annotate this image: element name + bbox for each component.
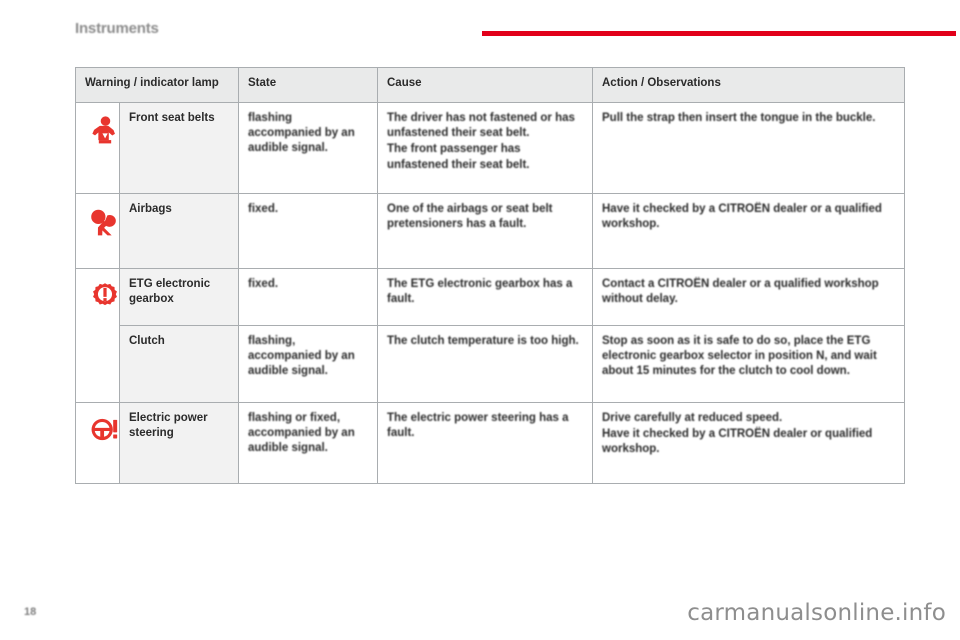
lamp-action: Have it checked by a CITROËN dealer or a… — [592, 193, 905, 269]
warning-lamp-table-wrapper: Warning / indicator lamp State Cause Act… — [75, 67, 905, 484]
header-accent-rule — [482, 31, 956, 36]
cause-line: The ETG electronic gearbox has a fault. — [387, 278, 573, 306]
lamp-name: ETG electronic gearbox — [119, 268, 239, 326]
column-header-state: State — [238, 67, 378, 103]
cause-line: The electric power steering has a fault. — [387, 412, 569, 440]
lamp-action: Stop as soon as it is safe to do so, pla… — [592, 325, 905, 403]
table-row: Airbags fixed. One of the airbags or sea… — [75, 193, 905, 269]
lamp-cause: The clutch temperature is too high. — [377, 325, 593, 403]
table-header: Warning / indicator lamp State Cause Act… — [75, 67, 905, 103]
warning-lamp-table: Warning / indicator lamp State Cause Act… — [75, 67, 905, 484]
column-header-cause: Cause — [377, 67, 593, 103]
column-header-action: Action / Observations — [592, 67, 905, 103]
page-header: Instruments — [0, 0, 960, 46]
lamp-icon-cell — [75, 193, 120, 269]
cause-line: The driver has not fastened or has unfas… — [387, 112, 575, 140]
lamp-icon-cell — [75, 268, 120, 403]
lamp-action: Drive carefully at reduced speed. Have i… — [592, 402, 905, 484]
lamp-name: Front seat belts — [119, 102, 239, 194]
lamp-name: Clutch — [119, 325, 239, 403]
table-row: ETG electronic gearbox fixed. The ETG el… — [75, 268, 905, 403]
lamp-action: Pull the strap then insert the tongue in… — [592, 102, 905, 194]
lamp-cause: The ETG electronic gearbox has a fault. — [377, 268, 593, 326]
lamp-state: fixed. — [238, 193, 378, 269]
lamp-cause: The driver has not fastened or has unfas… — [377, 102, 593, 194]
lamp-icon-cell — [75, 102, 120, 194]
cause-line: The clutch temperature is too high. — [387, 335, 579, 347]
action-line: Contact a CITROËN dealer or a qualified … — [602, 278, 879, 306]
page-number: 18 — [24, 606, 37, 618]
page-title: Instruments — [75, 20, 159, 37]
lamp-state: flashing accompanied by an audible signa… — [238, 102, 378, 194]
lamp-state: fixed. — [238, 268, 378, 326]
lamp-state: flashing or fixed, accompanied by an aud… — [238, 402, 378, 484]
action-line: Drive carefully at reduced speed. — [602, 412, 783, 424]
cause-line: One of the airbags or seat belt pretensi… — [387, 203, 553, 231]
table-row: Clutch flashing, accompanied by an audib… — [76, 325, 905, 403]
column-header-lamp: Warning / indicator lamp — [75, 67, 239, 103]
table-row: Front seat belts flashing accompanied by… — [75, 102, 905, 194]
table-body: Front seat belts flashing accompanied by… — [75, 102, 905, 484]
site-watermark: carmanualsonline.info — [687, 600, 946, 626]
lamp-icon-cell — [75, 402, 120, 484]
action-line: Stop as soon as it is safe to do so, pla… — [602, 335, 877, 378]
lamp-cause: The electric power steering has a fault. — [377, 402, 593, 484]
action-line: Have it checked by a CITROËN dealer or a… — [602, 203, 882, 231]
lamp-action: Contact a CITROËN dealer or a qualified … — [592, 268, 905, 326]
lamp-name: Electric power steering — [119, 402, 239, 484]
lamp-state: flashing, accompanied by an audible sign… — [238, 325, 378, 403]
lamp-name: Airbags — [119, 193, 239, 269]
table-row: Electric power steering flashing or fixe… — [75, 402, 905, 484]
cause-line: The front passenger has unfastened their… — [387, 143, 530, 171]
lamp-cause: One of the airbags or seat belt pretensi… — [377, 193, 593, 269]
action-line: Have it checked by a CITROËN dealer or q… — [602, 428, 873, 456]
action-line: Pull the strap then insert the tongue in… — [602, 112, 876, 124]
table-header-row: Warning / indicator lamp State Cause Act… — [75, 67, 905, 103]
